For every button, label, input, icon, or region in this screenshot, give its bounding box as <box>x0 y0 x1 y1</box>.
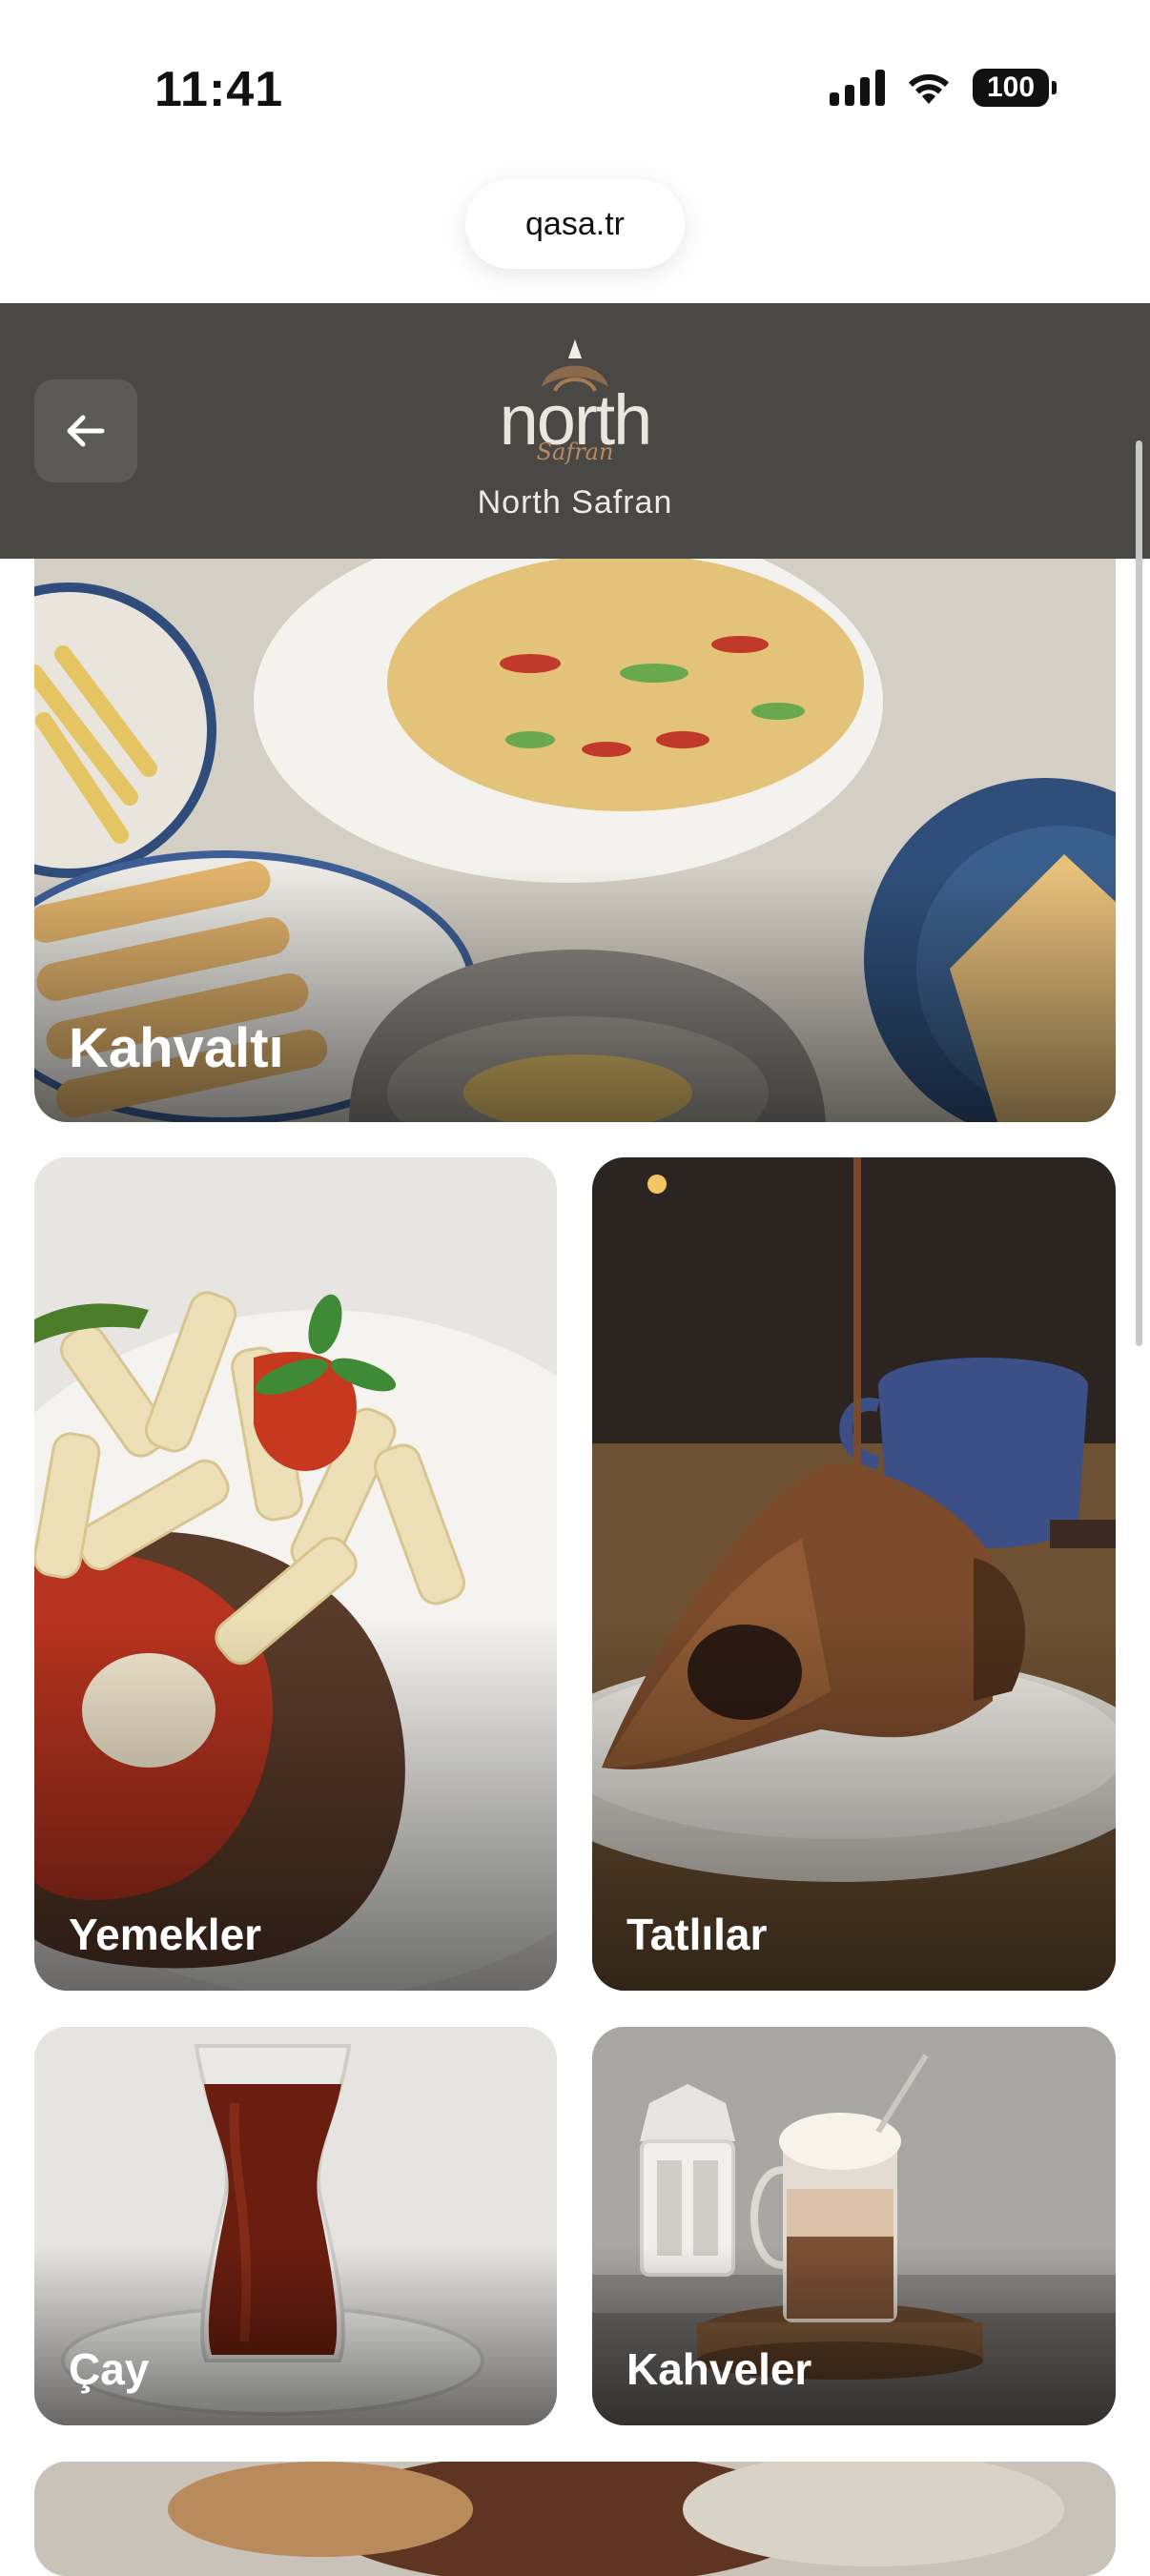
back-button[interactable] <box>34 379 137 482</box>
category-label: Çay <box>69 2344 150 2394</box>
status-icons: 100 <box>830 69 1057 107</box>
category-label: Tatlılar <box>626 1910 768 1959</box>
app-header: north Safran North Safran <box>0 303 1150 559</box>
category-card-yemekler[interactable]: Yemekler <box>34 1157 557 1991</box>
brand-logo: north Safran <box>448 337 702 471</box>
card-gradient <box>592 2245 1116 2425</box>
card-gradient <box>34 2245 557 2425</box>
status-bar: 11:41 100 <box>0 0 1150 181</box>
next-category-image <box>34 2462 1116 2576</box>
category-label: Kahveler <box>626 2344 812 2394</box>
category-card-kahveler[interactable]: Kahveler <box>592 2027 1116 2425</box>
url-bar[interactable]: qasa.tr <box>465 179 685 269</box>
logo-script: Safran <box>537 439 614 465</box>
wifi-icon <box>909 73 949 104</box>
arrow-left-icon <box>67 415 105 447</box>
category-card-cay[interactable]: Çay <box>34 2027 557 2425</box>
card-gradient <box>34 869 1116 1122</box>
category-label: Yemekler <box>69 1910 262 1959</box>
category-card-partial[interactable] <box>34 2462 1116 2576</box>
url-text: qasa.tr <box>525 205 625 242</box>
scrollbar[interactable] <box>1136 440 1142 1346</box>
category-label: Kahvaltı <box>69 1017 284 1079</box>
brand-name: North Safran <box>477 484 673 521</box>
status-time: 11:41 <box>154 62 284 117</box>
category-card-tatlilar[interactable]: Tatlılar <box>592 1157 1116 1991</box>
cellular-signal-icon <box>830 70 885 106</box>
battery-level: 100 <box>986 72 1036 103</box>
battery-icon: 100 <box>973 69 1057 107</box>
category-card-kahvalti[interactable]: Kahvaltı <box>34 559 1116 1122</box>
